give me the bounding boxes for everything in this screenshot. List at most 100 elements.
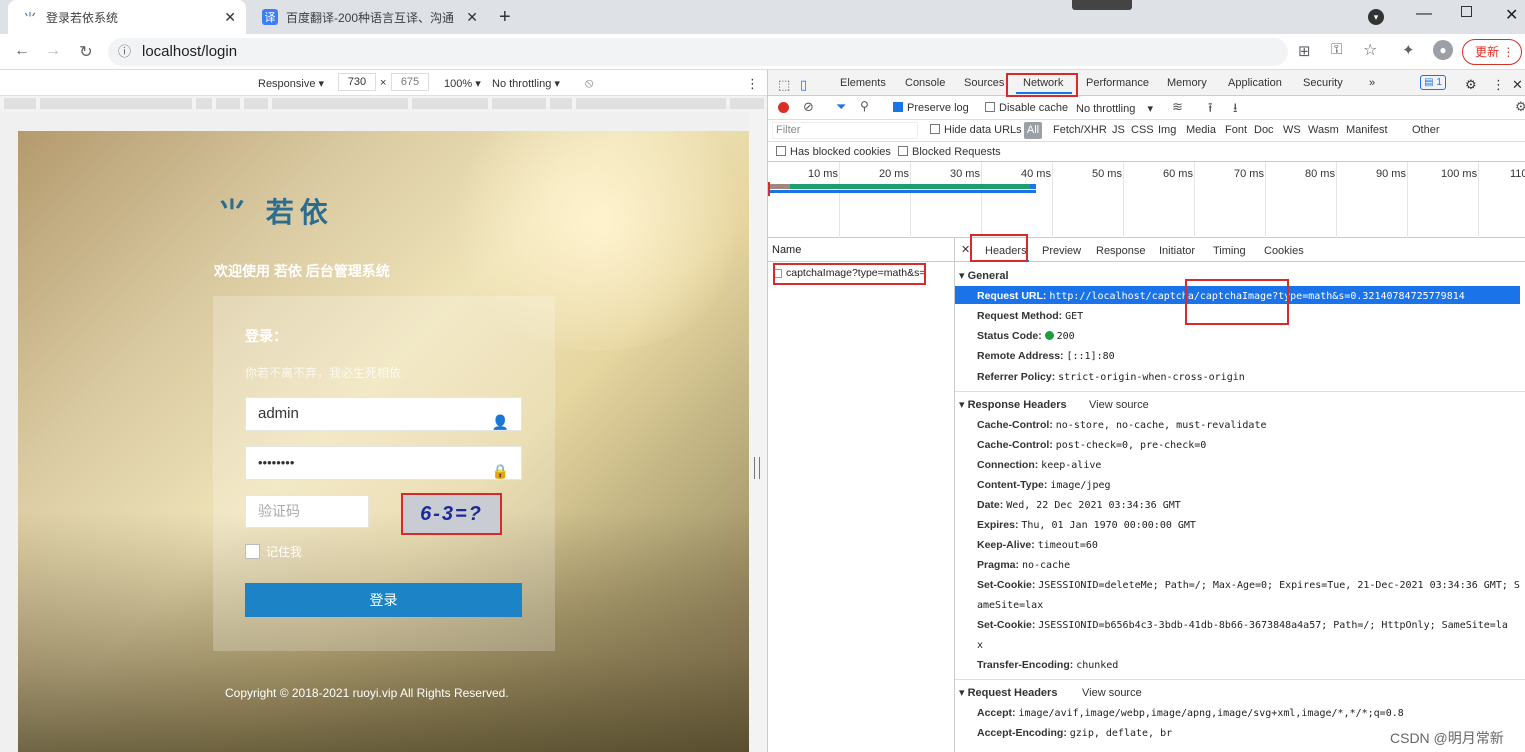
filter-icon[interactable]: ⏷ [836, 99, 846, 115]
request-method-row: Request Method: GET [977, 310, 1083, 322]
record-icon[interactable] [778, 102, 789, 113]
filter-img[interactable]: Img [1158, 124, 1176, 136]
profile-avatar[interactable]: ● [1433, 40, 1453, 60]
search-icon[interactable]: ⚲ [860, 99, 869, 113]
tab-sources[interactable]: Sources [964, 77, 1004, 89]
tab-security[interactable]: Security [1303, 77, 1343, 89]
tab-login[interactable]: ⺌ 登录若依系统 ✕ [8, 0, 246, 34]
wifi-icon[interactable]: ≋ [1172, 99, 1183, 115]
response-headers-section-header[interactable]: ▾ Response Headers [959, 398, 1067, 411]
tab-preview[interactable]: Preview [1042, 245, 1081, 257]
blocked-requests-checkbox[interactable]: Blocked Requests [898, 146, 1001, 158]
filter-doc[interactable]: Doc [1254, 124, 1274, 136]
view-source-link[interactable]: View source [1082, 687, 1142, 699]
has-blocked-cookies-checkbox[interactable]: Has blocked cookies [776, 146, 891, 158]
tab-elements[interactable]: Elements [840, 77, 886, 89]
extensions-icon[interactable]: ✦ [1402, 41, 1415, 59]
remember-me[interactable]: 记住我 [245, 543, 302, 560]
devtools-menu-icon[interactable]: ⋮ [1492, 77, 1505, 93]
filter-css[interactable]: CSS [1131, 124, 1154, 136]
network-throttle-select[interactable]: No throttling ▾ [1076, 102, 1153, 115]
clear-icon[interactable]: ⊘ [803, 99, 814, 115]
minimize-button[interactable]: — [1416, 5, 1432, 23]
close-window-button[interactable]: ✕ [1505, 5, 1518, 25]
tab-performance[interactable]: Performance [1086, 77, 1149, 89]
more-tabs-icon[interactable]: » [1369, 77, 1375, 89]
inspect-icon[interactable]: ⬚ [778, 77, 790, 93]
export-icon[interactable]: ⭳ [1233, 99, 1238, 121]
filter-fetch-xhr[interactable]: Fetch/XHR [1053, 124, 1107, 136]
tab-search-icon[interactable]: ▾ [1368, 9, 1384, 25]
captcha-input[interactable]: 验证码 [245, 495, 369, 528]
device-mode-select[interactable]: Responsive ▾ [258, 77, 324, 90]
import-icon[interactable]: ⭱ [1208, 99, 1213, 121]
filter-ws[interactable]: WS [1283, 124, 1301, 136]
info-icon[interactable]: ⓘ [118, 38, 131, 66]
hide-data-urls-checkbox[interactable]: Hide data URLs [930, 124, 1022, 136]
close-icon[interactable]: ✕ [224, 9, 236, 26]
tab-console[interactable]: Console [905, 77, 945, 89]
qr-icon[interactable]: ⊞ [1298, 42, 1311, 60]
network-throttle-label: No throttling [1076, 103, 1136, 115]
devtools-panel: ⬚ ▯ Elements Console Sources Network Per… [767, 70, 1525, 752]
request-row-highlight [773, 263, 926, 285]
filter-other[interactable]: Other [1412, 124, 1440, 136]
filter-wasm[interactable]: Wasm [1308, 124, 1339, 136]
password-field[interactable]: •••••••• 🔒 [245, 446, 522, 480]
close-icon[interactable]: ✕ [466, 9, 478, 26]
key-icon[interactable]: ⚿ [1331, 41, 1342, 58]
tick-label: 110 [1510, 168, 1525, 180]
issues-badge[interactable]: ▤ 1 [1420, 75, 1446, 90]
filter-input[interactable]: Filter [772, 122, 918, 139]
reload-icon[interactable]: ↻ [76, 42, 96, 62]
close-devtools-icon[interactable]: ✕ [1512, 77, 1523, 93]
header-value: image/avif,image/webp,image/apng,image/s… [1018, 708, 1404, 719]
tab-application[interactable]: Application [1228, 77, 1282, 89]
network-settings-icon[interactable]: ⚙ [1515, 99, 1525, 115]
zoom-select[interactable]: 100% ▾ [444, 77, 481, 90]
maximize-button[interactable] [1461, 6, 1472, 17]
view-source-link[interactable]: View source [1089, 399, 1149, 411]
disable-cache-checkbox[interactable]: Disable cache [985, 102, 1068, 114]
filter-font[interactable]: Font [1225, 124, 1247, 136]
tab-response[interactable]: Response [1096, 245, 1146, 257]
back-icon[interactable]: ← [12, 42, 32, 60]
tab-initiator[interactable]: Initiator [1159, 245, 1195, 257]
filter-js[interactable]: JS [1112, 124, 1125, 136]
remember-checkbox[interactable] [245, 544, 260, 559]
username-field[interactable]: admin 👤 [245, 397, 522, 431]
more-options-icon[interactable]: ⋮ [746, 76, 759, 92]
address-bar[interactable]: ⓘ localhost/login [108, 38, 1288, 66]
throttle-select[interactable]: No throttling ▾ [492, 77, 560, 90]
forward-icon[interactable]: → [43, 42, 63, 60]
close-detail-icon[interactable]: ✕ [961, 243, 970, 256]
width-input[interactable]: 730 [338, 73, 376, 91]
rotate-icon[interactable]: ⦸ [585, 75, 593, 91]
tab-memory[interactable]: Memory [1167, 77, 1207, 89]
filter-all[interactable]: All [1024, 122, 1042, 139]
height-input[interactable]: 675 [391, 73, 429, 91]
header-key: Cache-Control: [977, 439, 1053, 451]
device-toggle-icon[interactable]: ▯ [800, 77, 807, 93]
remember-label: 记住我 [266, 545, 303, 559]
tab-baidu-translate[interactable]: 译 百度翻译-200种语言互译、沟通 ✕ [248, 0, 488, 34]
request-headers-title: Request Headers [967, 687, 1058, 699]
settings-gear-icon[interactable]: ⚙ [1465, 77, 1477, 93]
bookmark-star-icon[interactable]: ☆ [1363, 40, 1377, 60]
tab-timing[interactable]: Timing [1213, 245, 1246, 257]
tab-cookies[interactable]: Cookies [1264, 245, 1304, 257]
header-row: ameSite=lax [977, 599, 1043, 611]
filter-manifest[interactable]: Manifest [1346, 124, 1388, 136]
preserve-log-checkbox[interactable]: Preserve log [893, 102, 969, 114]
login-button[interactable]: 登录 [245, 583, 522, 617]
viewport-resizer[interactable] [749, 112, 767, 752]
filter-media[interactable]: Media [1186, 124, 1216, 136]
request-headers-section-header[interactable]: ▾ Request Headers [959, 686, 1057, 699]
new-tab-button[interactable]: + [499, 6, 511, 29]
welcome-text: 欢迎使用 若依 后台管理系统 [214, 263, 390, 279]
general-section-header[interactable]: ▾ General [959, 269, 1009, 282]
captcha-image[interactable]: 6-3=? [401, 493, 502, 535]
update-button[interactable]: 更新 ⋮ [1462, 39, 1522, 65]
name-column-header[interactable]: Name [768, 238, 955, 262]
resize-grip-icon[interactable] [754, 457, 760, 479]
